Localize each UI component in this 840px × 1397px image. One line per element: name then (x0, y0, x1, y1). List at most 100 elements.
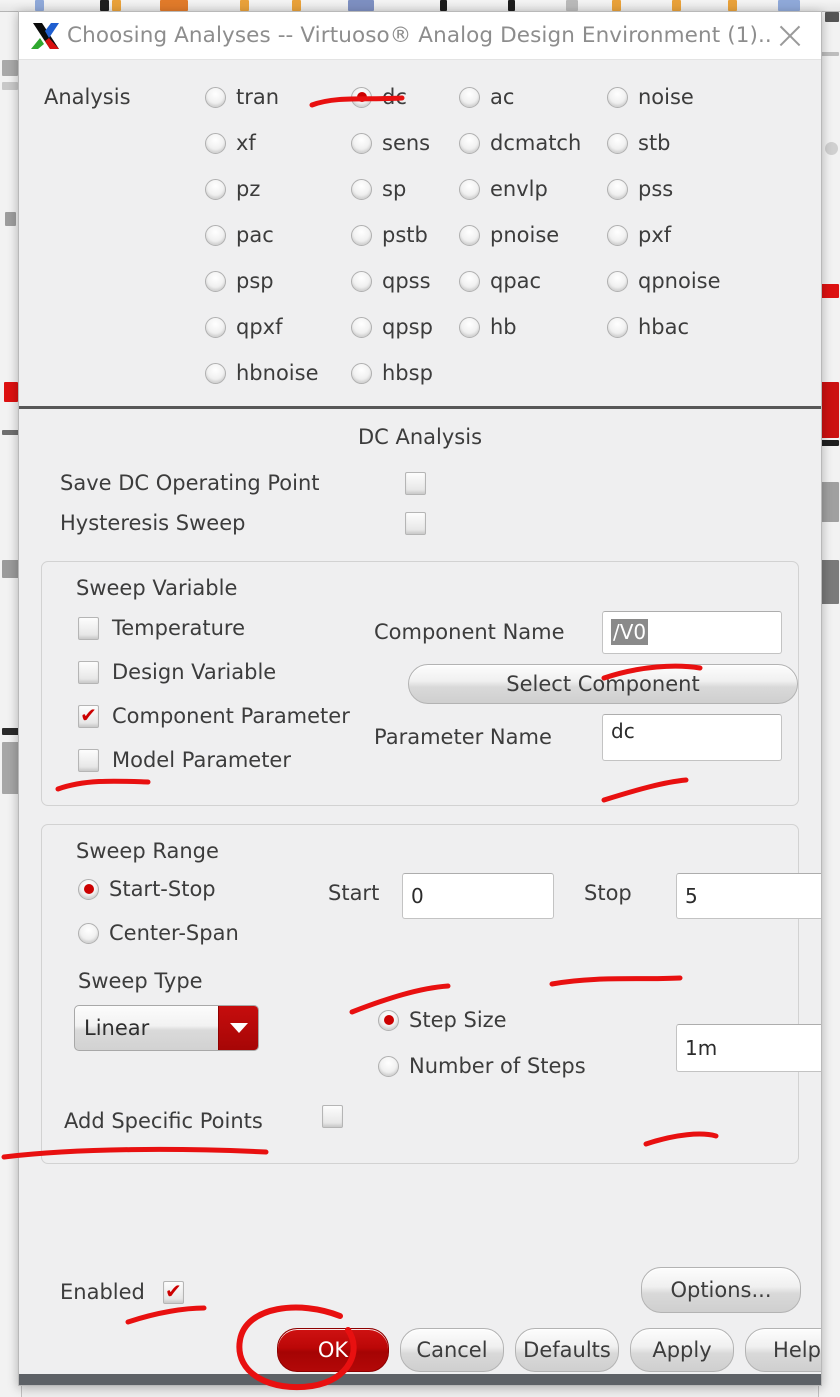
radio-hbac[interactable] (607, 316, 628, 338)
radio-stb[interactable] (607, 132, 628, 154)
sweep-range-option-start-stop[interactable]: Start-Stop (78, 877, 216, 901)
save-dc-operating-point-checkbox[interactable] (405, 471, 426, 495)
enabled-checkbox[interactable] (162, 1280, 184, 1304)
analysis-option-noise[interactable]: noise (607, 85, 694, 109)
radio-qpsp[interactable] (351, 316, 372, 338)
start-input[interactable]: 0 (402, 873, 554, 919)
sweep-type-label: Sweep Type (78, 969, 203, 993)
radio-envlp[interactable] (459, 178, 480, 200)
analysis-option-pac[interactable]: pac (205, 223, 274, 247)
radio-noise[interactable] (607, 86, 628, 108)
options-button[interactable]: Options... (641, 1267, 801, 1313)
sweep-range-option-center-span[interactable]: Center-Span (78, 921, 239, 945)
radio-qpac[interactable] (459, 270, 480, 292)
hysteresis-sweep-row[interactable]: Hysteresis Sweep (19, 503, 821, 543)
radio-ac[interactable] (459, 86, 480, 108)
step-option-step-size[interactable]: Step Size (378, 1008, 507, 1032)
sweep-var-option-temperature[interactable]: Temperature (78, 606, 374, 650)
add-specific-points-checkbox[interactable] (322, 1105, 343, 1128)
radio-qpxf[interactable] (205, 316, 226, 338)
cancel-button[interactable]: Cancel (400, 1328, 504, 1372)
analysis-option-stb[interactable]: stb (607, 131, 671, 155)
defaults-button[interactable]: Defaults (515, 1328, 619, 1372)
analysis-option-xf[interactable]: xf (205, 131, 256, 155)
radio-pss[interactable] (607, 178, 628, 200)
sweep-var-option-model-parameter[interactable]: Model Parameter (78, 738, 374, 782)
analysis-option-qpss[interactable]: qpss (351, 269, 431, 293)
radio-qpss[interactable] (351, 270, 372, 292)
analysis-option-envlp[interactable]: envlp (459, 177, 548, 201)
chevron-down-icon[interactable] (218, 1006, 258, 1050)
analysis-option-sens[interactable]: sens (351, 131, 430, 155)
radio-pz[interactable] (205, 178, 226, 200)
close-icon[interactable] (773, 19, 807, 53)
hysteresis-sweep-checkbox[interactable] (405, 511, 426, 535)
design-variable-checkbox[interactable] (78, 660, 99, 684)
analysis-option-pss[interactable]: pss (607, 177, 673, 201)
analysis-option-pxf[interactable]: pxf (607, 223, 671, 247)
analysis-option-qpnoise[interactable]: qpnoise (607, 269, 721, 293)
sweep-variable-title: Sweep Variable (76, 576, 238, 600)
analysis-option-pnoise[interactable]: pnoise (459, 223, 559, 247)
analysis-option-label: sens (382, 131, 431, 155)
radio-pac[interactable] (205, 224, 226, 246)
analysis-option-sp[interactable]: sp (351, 177, 406, 201)
analysis-option-pz[interactable]: pz (205, 177, 260, 201)
analysis-option-hbac[interactable]: hbac (607, 315, 689, 339)
select-component-button[interactable]: Select Component (408, 664, 798, 704)
radio-hb[interactable] (459, 316, 480, 338)
analysis-option-hbnoise[interactable]: hbnoise (205, 361, 319, 385)
analysis-option-qpac[interactable]: qpac (459, 269, 541, 293)
radio-dc[interactable] (351, 86, 372, 108)
radio-hbsp[interactable] (351, 362, 372, 384)
analysis-option-label: psp (236, 269, 274, 293)
radio-pxf[interactable] (607, 224, 628, 246)
model-parameter-checkbox[interactable] (78, 748, 99, 772)
radio-dcmatch[interactable] (459, 132, 480, 154)
analysis-option-qpsp[interactable]: qpsp (351, 315, 433, 339)
analysis-option-dcmatch[interactable]: dcmatch (459, 131, 581, 155)
analysis-row: pz sp envlp pss (19, 166, 821, 212)
analysis-label: Analysis (44, 85, 131, 109)
analysis-option-dc[interactable]: dc (351, 85, 407, 109)
radio-sens[interactable] (351, 132, 372, 154)
radio-hbnoise[interactable] (205, 362, 226, 384)
analysis-option-tran[interactable]: tran (205, 85, 279, 109)
radio-center-span[interactable] (78, 922, 99, 944)
analysis-option-hb[interactable]: hb (459, 315, 517, 339)
parameter-name-input[interactable]: dc (602, 713, 782, 761)
radio-xf[interactable] (205, 132, 226, 154)
sweep-type-dropdown[interactable]: Linear (74, 1005, 259, 1051)
temperature-checkbox[interactable] (78, 616, 99, 640)
radio-pnoise[interactable] (459, 224, 480, 246)
radio-number-of-steps[interactable] (378, 1055, 399, 1077)
component-name-input[interactable]: /V0 (602, 610, 782, 654)
analysis-option-label: pac (236, 223, 274, 247)
radio-psp[interactable] (205, 270, 226, 292)
component-parameter-checkbox[interactable] (78, 704, 99, 728)
radio-qpnoise[interactable] (607, 270, 628, 292)
radio-pstb[interactable] (351, 224, 372, 246)
analysis-option-ac[interactable]: ac (459, 85, 514, 109)
step-size-input[interactable]: 1m (676, 1024, 821, 1072)
analysis-option-hbsp[interactable]: hbsp (351, 361, 433, 385)
dialog-button-bar: OK Cancel Defaults Apply Help (19, 1323, 821, 1377)
analysis-option-pstb[interactable]: pstb (351, 223, 428, 247)
save-dc-operating-point-row[interactable]: Save DC Operating Point (19, 463, 821, 503)
apply-button[interactable]: Apply (630, 1328, 734, 1372)
analysis-option-psp[interactable]: psp (205, 269, 274, 293)
radio-tran[interactable] (205, 86, 226, 108)
stop-input[interactable]: 5 (676, 873, 821, 919)
ok-button[interactable]: OK (277, 1328, 389, 1372)
radio-sp[interactable] (351, 178, 372, 200)
sweep-var-option-component-parameter[interactable]: Component Parameter (78, 694, 374, 738)
sweep-var-option-design-variable[interactable]: Design Variable (78, 650, 374, 694)
parameter-name-label: Parameter Name (374, 725, 552, 749)
radio-start-stop[interactable] (78, 878, 99, 900)
stop-label: Stop (584, 881, 632, 905)
dialog-footer: Enabled Options... OK Cancel Defaults Ap… (19, 1261, 821, 1385)
radio-step-size[interactable] (378, 1009, 399, 1031)
analysis-option-qpxf[interactable]: qpxf (205, 315, 282, 339)
step-option-number-of-steps[interactable]: Number of Steps (378, 1054, 586, 1078)
help-button[interactable]: Help (745, 1328, 821, 1372)
